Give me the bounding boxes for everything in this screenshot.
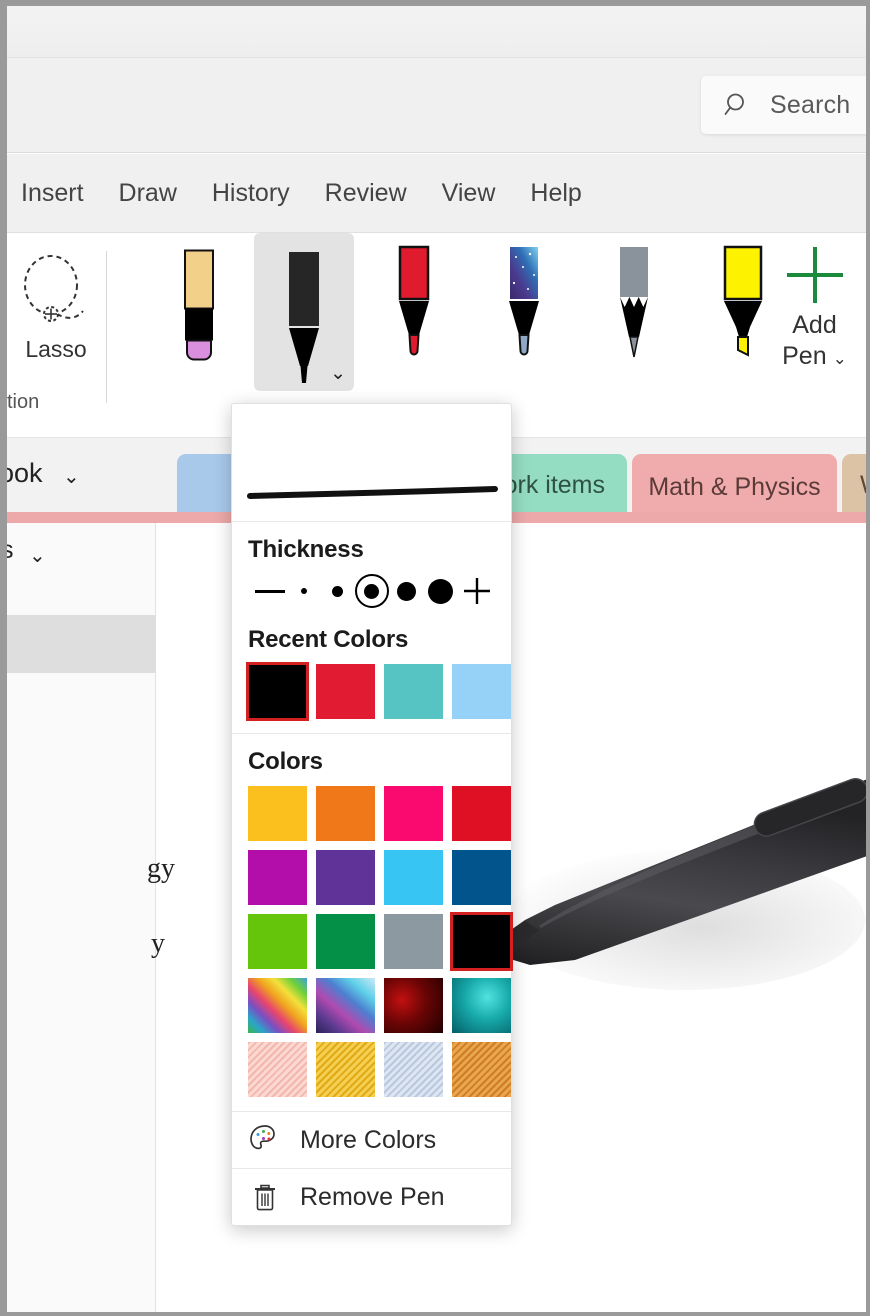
more-colors-button[interactable]: More Colors (232, 1111, 511, 1168)
recent-colors-title: Recent Colors (248, 626, 409, 653)
ribbon-tab-view[interactable]: View (442, 179, 496, 208)
section-tab-label: Math & Physics (648, 472, 821, 501)
add-pen-label-line2: Pen ⌄ (782, 342, 847, 370)
color-galaxy[interactable] (316, 978, 375, 1033)
ribbon-tab-help[interactable]: Help (530, 179, 581, 208)
ribbon-group-label: tion (7, 391, 40, 413)
title-bar (7, 6, 866, 58)
recent-lightblue[interactable] (452, 664, 511, 719)
page-list-item-selected[interactable] (7, 615, 156, 673)
color-red[interactable] (452, 786, 511, 841)
colors-section: Colors (232, 733, 513, 1111)
color-pencil-gold[interactable] (316, 1042, 375, 1097)
colors-title: Colors (248, 748, 323, 775)
remove-pen-label: Remove Pen (300, 1182, 445, 1211)
ribbon-tab-review[interactable]: Review (325, 179, 407, 208)
color-gold[interactable] (248, 786, 307, 841)
page-list-caret-icon[interactable]: ⌄ (29, 543, 46, 568)
ribbon-tab-history[interactable]: History (212, 179, 290, 208)
add-pen-button[interactable]: Add Pen ⌄ (762, 241, 867, 401)
thickness-xl[interactable] (423, 578, 458, 604)
app-window: Search Insert Draw History Review View H… (0, 0, 870, 1316)
page-list-pane: s ⌄ (1, 523, 156, 1312)
search-input[interactable]: Search (701, 76, 870, 134)
window-edge-right (866, 0, 870, 1316)
color-rainbow[interactable] (248, 978, 307, 1033)
pen-options-flyout: Thickness Recent Colors Colors More Colo… (231, 403, 513, 1226)
pen-black-ballpoint[interactable]: ⌄ (254, 233, 354, 391)
thickness-m[interactable] (354, 574, 389, 608)
recent-colors-grid (246, 662, 511, 721)
thickness-selected-ring (354, 574, 389, 608)
canvas-text-line2: y (151, 928, 165, 959)
pencil-gray[interactable] (584, 241, 684, 381)
recent-red[interactable] (316, 664, 375, 719)
ribbon-divider (106, 251, 107, 403)
recent-teal[interactable] (384, 664, 443, 719)
more-colors-label: More Colors (300, 1125, 437, 1154)
notebook-caret-icon[interactable]: ⌄ (63, 464, 80, 489)
color-pencil-blue[interactable] (384, 1042, 443, 1097)
pen-galaxy[interactable] (474, 241, 574, 381)
thickness-title: Thickness (248, 536, 364, 563)
color-pencil-tan[interactable] (452, 1042, 511, 1097)
recent-black[interactable] (246, 662, 309, 721)
color-orange[interactable] (316, 786, 375, 841)
pen-red[interactable] (364, 241, 464, 381)
search-icon (723, 90, 753, 120)
plus-icon (786, 247, 843, 303)
color-pink[interactable] (384, 786, 443, 841)
add-pen-label-line1: Add (792, 311, 837, 339)
remove-pen-button[interactable]: Remove Pen (232, 1168, 511, 1225)
thickness-section: Thickness (232, 522, 511, 624)
ribbon-tab-draw[interactable]: Draw (119, 179, 177, 208)
thickness-more-icon[interactable] (458, 575, 495, 607)
pen-eraser[interactable] (149, 241, 249, 381)
window-edge-top (0, 0, 870, 6)
canvas-text-line1: gy (147, 853, 175, 884)
thickness-s[interactable] (321, 585, 354, 597)
section-tab-math-physics[interactable]: Math & Physics (632, 454, 837, 520)
add-pen-caret-icon: ⌄ (832, 349, 847, 368)
color-magenta[interactable] (248, 850, 307, 905)
color-gray[interactable] (384, 914, 443, 969)
trash-icon (248, 1180, 282, 1214)
color-darkblue[interactable] (452, 850, 511, 905)
ribbon-tab-strip: Insert Draw History Review View Help (7, 154, 866, 233)
stroke-preview (232, 404, 511, 522)
color-lava[interactable] (384, 978, 443, 1033)
search-placeholder: Search (770, 90, 851, 119)
color-purple[interactable] (316, 850, 375, 905)
lasso-label: Lasso (25, 336, 87, 362)
color-pencil-rose[interactable] (248, 1042, 307, 1097)
page-list-header[interactable]: s ⌄ (1, 523, 156, 577)
color-lightgreen[interactable] (248, 914, 307, 969)
colors-grid (248, 786, 513, 1097)
color-black[interactable] (450, 912, 513, 971)
ribbon-tab-insert[interactable]: Insert (21, 179, 84, 208)
window-edge-bottom (0, 1312, 870, 1316)
thickness-l[interactable] (389, 581, 422, 601)
section-tab-label: ork items (503, 470, 605, 499)
thickness-xs[interactable] (287, 588, 320, 594)
header-bar: Search (7, 58, 870, 153)
color-cyan[interactable] (384, 850, 443, 905)
palette-icon (248, 1123, 282, 1157)
lasso-icon (15, 251, 97, 331)
pen-options-caret-icon[interactable]: ⌄ (330, 362, 346, 385)
window-edge-left (0, 0, 7, 1316)
thickness-options (248, 564, 495, 618)
recent-colors-section: Recent Colors (232, 624, 511, 733)
lasso-tool[interactable]: Lasso tion (7, 241, 106, 416)
color-ocean[interactable] (452, 978, 511, 1033)
color-green[interactable] (316, 914, 375, 969)
thickness-line[interactable] (252, 589, 287, 593)
